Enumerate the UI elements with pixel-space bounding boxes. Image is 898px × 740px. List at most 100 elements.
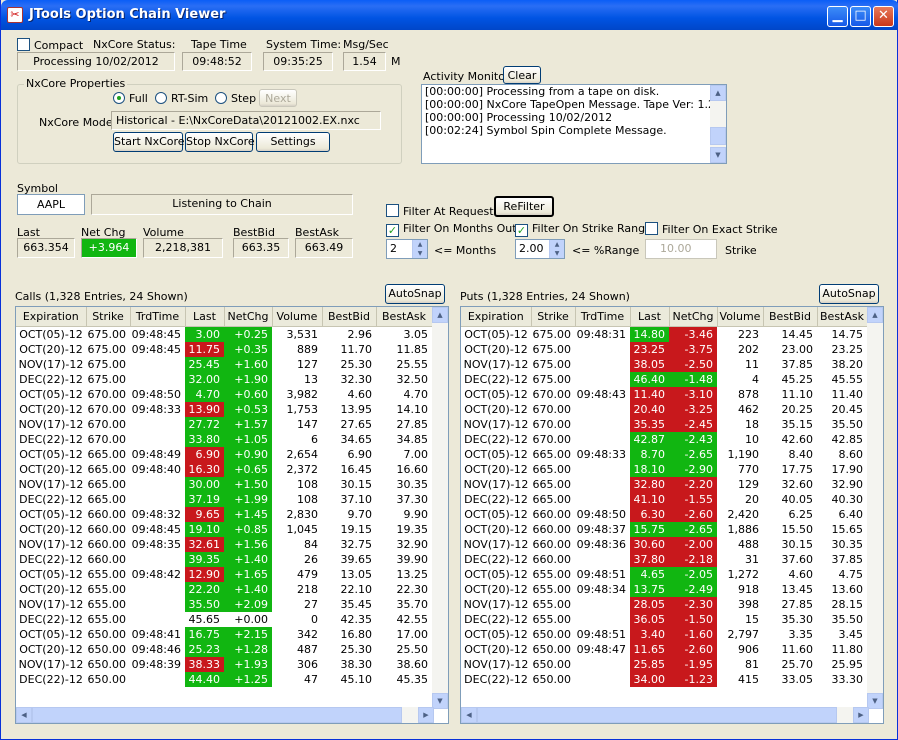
table-row[interactable]: OCT(20)-12 655.00 09:48:34 13.75 -2.49 918 13.…	[461, 581, 867, 597]
next-button[interactable]: Next	[259, 89, 297, 107]
puts-vscroll[interactable]: ▲ ▼	[867, 307, 883, 709]
column-header[interactable]: Strike	[531, 307, 576, 327]
table-row[interactable]: NOV(17)-12 675.00 38.05 -2.50 11 37.85 38.20	[461, 356, 867, 372]
spin-up-icon[interactable]: ▲	[550, 240, 564, 249]
table-row[interactable]: OCT(05)-12 675.00 09:48:31 14.80 -3.46 223 14.…	[461, 326, 867, 342]
spin-down-icon[interactable]: ▼	[550, 249, 564, 258]
table-row[interactable]: OCT(05)-12 655.00 09:48:51 4.65 -2.05 1,272 4.…	[461, 566, 867, 582]
filter-at-request-check[interactable]	[386, 204, 399, 217]
radio-rtsim[interactable]: RT-Sim	[155, 92, 208, 105]
table-row[interactable]: DEC(22)-12 660.00 39.35 +1.40 26 39.65 39.90	[16, 551, 432, 567]
column-header[interactable]: NetChg	[669, 307, 718, 327]
column-header[interactable]: Volume	[272, 307, 323, 327]
table-row[interactable]: NOV(17)-12 650.00 09:48:39 38.33 +1.93 306 38.…	[16, 656, 432, 672]
table-row[interactable]: NOV(17)-12 670.00 27.72 +1.57 147 27.65 27.85	[16, 416, 432, 432]
strike-stepper[interactable]: 10.00	[645, 239, 717, 259]
table-row[interactable]: OCT(05)-12 665.00 09:48:33 8.70 -2.65 1,190 8.…	[461, 446, 867, 462]
hscroll-thumb[interactable]	[477, 707, 837, 723]
scroll-down-icon[interactable]: ▼	[432, 693, 448, 709]
maximize-button[interactable]: □	[850, 6, 871, 27]
calls-vscroll[interactable]: ▲ ▼	[432, 307, 448, 709]
scroll-down-icon[interactable]: ▼	[710, 147, 726, 163]
table-row[interactable]: OCT(05)-12 660.00 09:48:32 9.65 +1.45 2,830 9.…	[16, 506, 432, 522]
table-row[interactable]: NOV(17)-12 655.00 35.50 +2.09 27 35.45 35.70	[16, 596, 432, 612]
close-button[interactable]: ✕	[873, 6, 894, 27]
filter-strike-range-check[interactable]: ✓	[515, 224, 528, 237]
table-row[interactable]: OCT(05)-12 650.00 09:48:51 3.40 -1.60 2,797 3.…	[461, 626, 867, 642]
table-row[interactable]: OCT(05)-12 665.00 09:48:49 6.90 +0.90 2,654 6.…	[16, 446, 432, 462]
puts-autosnap-button[interactable]: AutoSnap	[819, 284, 879, 304]
table-row[interactable]: OCT(05)-12 670.00 09:48:50 4.70 +0.60 3,982 4.…	[16, 386, 432, 402]
table-row[interactable]: NOV(17)-12 650.00 25.85 -1.95 81 25.70 25.95	[461, 656, 867, 672]
compact-check-box[interactable]	[17, 38, 30, 51]
table-row[interactable]: NOV(17)-12 665.00 30.00 +1.50 108 30.15 30.35	[16, 476, 432, 492]
scroll-left-icon[interactable]: ◀	[461, 707, 477, 723]
table-row[interactable]: OCT(20)-12 660.00 09:48:37 15.75 -2.65 1,886 1…	[461, 521, 867, 537]
title-bar[interactable]: ✂ JTools Option Chain Viewer ▁ □ ✕	[1, 0, 898, 30]
scroll-left-icon[interactable]: ◀	[16, 707, 32, 723]
symbol-input[interactable]: AAPL	[17, 194, 85, 215]
range-spin-arrows[interactable]: ▲ ▼	[549, 240, 564, 258]
months-spin-arrows[interactable]: ▲ ▼	[412, 240, 427, 258]
table-row[interactable]: DEC(22)-12 675.00 32.00 +1.90 13 32.30 32.50	[16, 371, 432, 387]
table-row[interactable]: DEC(22)-12 670.00 42.87 -2.43 10 42.60 42.85	[461, 431, 867, 447]
table-row[interactable]: DEC(22)-12 650.00 44.40 +1.25 47 45.10 45.35	[16, 671, 432, 687]
spin-up-icon[interactable]: ▲	[413, 240, 427, 249]
column-header[interactable]: Expiration	[16, 307, 87, 327]
calls-hscroll[interactable]: ◀ ▶	[16, 707, 434, 723]
calls-autosnap-button[interactable]: AutoSnap	[385, 284, 445, 304]
scroll-thumb[interactable]	[710, 127, 726, 145]
column-header[interactable]: TrdTime	[575, 307, 631, 327]
activity-log[interactable]: [00:00:00] Processing from a tape on dis…	[421, 84, 727, 164]
table-row[interactable]: OCT(20)-12 670.00 20.40 -3.25 462 20.25 20.45	[461, 401, 867, 417]
column-header[interactable]: BestBid	[322, 307, 377, 327]
table-row[interactable]: DEC(22)-12 665.00 37.19 +1.99 108 37.10 37.30	[16, 491, 432, 507]
filter-strike-range[interactable]: ✓ Filter On Strike Range	[515, 222, 652, 237]
filter-months-out-check[interactable]: ✓	[386, 224, 399, 237]
spin-down-icon[interactable]: ▼	[413, 249, 427, 258]
column-header[interactable]: BestAsk	[376, 307, 433, 327]
table-row[interactable]: DEC(22)-12 675.00 46.40 -1.48 4 45.25 45.55	[461, 371, 867, 387]
table-row[interactable]: NOV(17)-12 660.00 09:48:35 32.61 +1.56 84 32.7…	[16, 536, 432, 552]
refilter-button[interactable]: ReFilter	[494, 196, 554, 217]
table-row[interactable]: DEC(22)-12 660.00 37.80 -2.18 31 37.60 37.85	[461, 551, 867, 567]
compact-checkbox[interactable]: Compact	[17, 38, 83, 52]
clear-button[interactable]: Clear	[503, 66, 541, 84]
table-row[interactable]: OCT(05)-12 670.00 09:48:43 11.40 -3.10 878 11.…	[461, 386, 867, 402]
table-row[interactable]: OCT(05)-12 650.00 09:48:41 16.75 +2.15 342 16.…	[16, 626, 432, 642]
filter-exact-strike[interactable]: Filter On Exact Strike	[645, 222, 778, 236]
table-row[interactable]: OCT(20)-12 665.00 09:48:40 16.30 +0.65 2,372 1…	[16, 461, 432, 477]
minimize-button[interactable]: ▁	[827, 6, 848, 27]
table-row[interactable]: DEC(22)-12 650.00 34.00 -1.23 415 33.05 33.30	[461, 671, 867, 687]
table-row[interactable]: OCT(05)-12 655.00 09:48:42 12.90 +1.65 479 13.…	[16, 566, 432, 582]
filter-at-request[interactable]: Filter At Request	[386, 204, 494, 218]
column-header[interactable]: Expiration	[461, 307, 532, 327]
scroll-up-icon[interactable]: ▲	[867, 307, 883, 323]
stop-nxcore-button[interactable]: Stop NxCore	[185, 132, 255, 152]
table-row[interactable]: OCT(20)-12 650.00 09:48:46 25.23 +1.28 487 25.…	[16, 641, 432, 657]
hscroll-thumb[interactable]	[32, 707, 402, 723]
column-header[interactable]: BestBid	[763, 307, 818, 327]
table-row[interactable]: OCT(20)-12 650.00 09:48:47 11.65 -2.60 906 11.…	[461, 641, 867, 657]
column-header[interactable]: BestAsk	[817, 307, 868, 327]
radio-full[interactable]: Full	[113, 92, 148, 105]
column-header[interactable]: TrdTime	[130, 307, 186, 327]
table-row[interactable]: DEC(22)-12 670.00 33.80 +1.05 6 34.65 34.85	[16, 431, 432, 447]
column-header[interactable]: Volume	[717, 307, 764, 327]
scroll-right-icon[interactable]: ▶	[418, 707, 434, 723]
radio-step-icon[interactable]	[215, 92, 227, 104]
table-row[interactable]: OCT(20)-12 655.00 22.20 +1.40 218 22.10 22.30	[16, 581, 432, 597]
table-row[interactable]: OCT(20)-12 665.00 18.10 -2.90 770 17.75 17.90	[461, 461, 867, 477]
radio-full-icon[interactable]	[113, 92, 125, 104]
scroll-up-icon[interactable]: ▲	[432, 307, 448, 323]
table-row[interactable]: NOV(17)-12 665.00 32.80 -2.20 129 32.60 32.90	[461, 476, 867, 492]
column-header[interactable]: NetChg	[224, 307, 273, 327]
table-row[interactable]: NOV(17)-12 655.00 28.05 -2.30 398 27.85 28.15	[461, 596, 867, 612]
table-row[interactable]: DEC(22)-12 665.00 41.10 -1.55 20 40.05 40.30	[461, 491, 867, 507]
table-row[interactable]: OCT(05)-12 675.00 09:48:45 3.00 +0.25 3,531 2.…	[16, 326, 432, 342]
table-row[interactable]: OCT(20)-12 675.00 09:48:45 11.75 +0.35 889 11.…	[16, 341, 432, 357]
table-row[interactable]: DEC(22)-12 655.00 45.65 +0.00 0 42.35 42.55	[16, 612, 432, 627]
table-row[interactable]: NOV(17)-12 660.00 09:48:36 30.60 -2.00 488 30.…	[461, 536, 867, 552]
table-row[interactable]: NOV(17)-12 670.00 35.35 -2.45 18 35.15 35.50	[461, 416, 867, 432]
column-header[interactable]: Strike	[86, 307, 131, 327]
